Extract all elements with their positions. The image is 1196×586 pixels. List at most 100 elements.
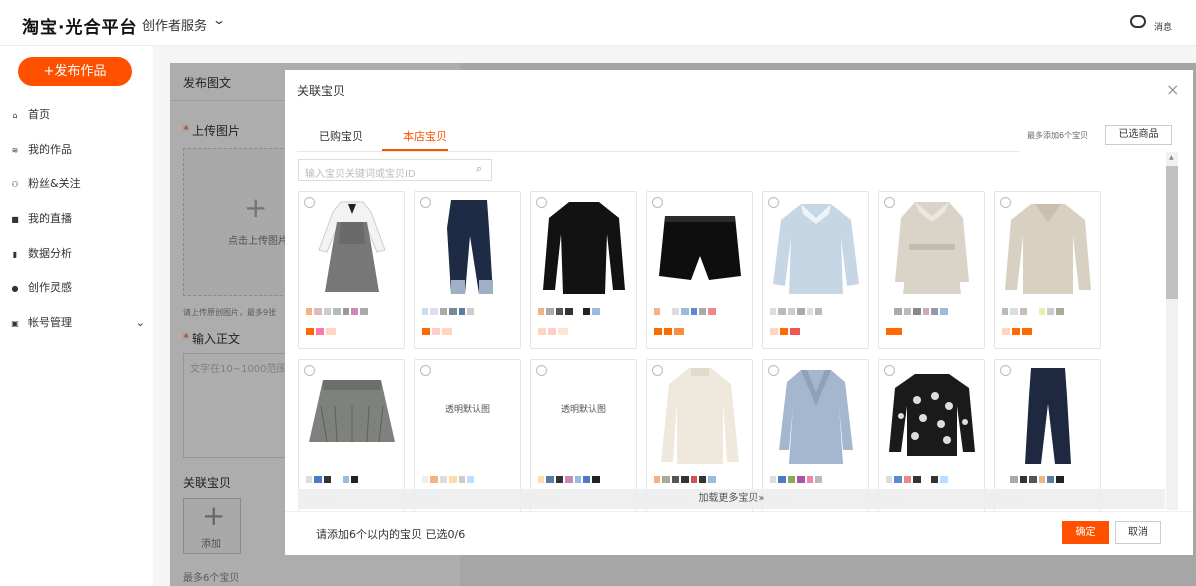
messages-label[interactable]: 消息 [1154,20,1172,33]
blurred-title [306,476,396,483]
close-icon[interactable]: × [1166,80,1179,99]
select-radio[interactable] [884,365,895,376]
dialog-title: 关联宝贝 [297,84,346,98]
product-card[interactable] [994,191,1101,349]
blurred-title [1002,476,1092,483]
blurred-title [654,476,744,483]
sidebar-item-label: 我的作品 [28,143,72,156]
blurred-title [306,308,396,315]
search-input[interactable]: 输入宝贝关键词或宝贝ID [305,165,416,180]
product-card[interactable] [646,191,753,349]
black-sweater-image [543,202,625,294]
pleated-skirt-image [309,380,395,443]
sidebar-item-label: 粉丝&关注 [28,177,81,190]
users-icon: ⚇ [11,180,19,189]
blurred-title [770,308,860,315]
sidebar-item-label: 首页 [28,108,50,121]
sidebar-item-account[interactable]: ▣ 帐号管理 ⌄ [10,313,145,333]
sidebar-item-analytics[interactable]: ▮ 数据分析 [10,244,72,264]
confirm-button[interactable]: 确定 [1062,521,1109,544]
placeholder-image-label: 透明默认图 [444,405,490,415]
related-items-dialog: 关联宝贝 × 已购宝贝 本店宝贝 最多添加6个宝贝 已选商品 输入宝贝关键词或宝… [285,70,1193,555]
sidebar-item-home[interactable]: ⌂ 首页 [10,105,50,125]
select-radio[interactable] [1000,365,1011,376]
footer-divider [285,511,1193,512]
select-radio[interactable] [420,365,431,376]
select-radio[interactable] [768,365,779,376]
select-radio[interactable] [884,197,895,208]
search-box[interactable]: 输入宝贝关键词或宝贝ID ⌕ [298,159,492,181]
load-more-button[interactable]: 加载更多宝贝» [298,489,1165,509]
select-radio[interactable] [652,197,663,208]
select-radio[interactable] [304,197,315,208]
select-radio[interactable] [768,197,779,208]
service-menu[interactable]: 创作者服务 [142,15,207,34]
selected-items-button[interactable]: 已选商品 [1105,125,1172,145]
active-tab-indicator [382,149,448,151]
bulb-icon: ● [11,284,19,293]
product-card[interactable] [298,191,405,349]
chevron-down-icon[interactable]: ⌄ [136,313,145,333]
scrollbar-thumb[interactable] [1166,166,1178,299]
sidebar-item-label: 数据分析 [28,247,72,260]
sidebar-item-fans[interactable]: ⚇ 粉丝&关注 [10,174,81,194]
blurred-title [770,476,860,483]
product-grid: 透明默认图 透明默认图 [297,188,1165,511]
platform-logo[interactable]: 淘宝·光合平台 [22,13,137,38]
sidebar-item-label: 帐号管理 [28,316,72,329]
bar-chart-icon: ▮ [12,250,18,259]
sidebar-item-label: 我的直播 [28,212,72,225]
chevron-down-icon[interactable]: ⌄ [212,13,226,27]
select-radio[interactable] [536,365,547,376]
tab-purchased[interactable]: 已购宝贝 [319,128,363,144]
select-radio[interactable] [1000,197,1011,208]
patterned-sweater-image [889,374,975,456]
cancel-button[interactable]: 取消 [1115,521,1161,544]
blurred-price [422,328,477,335]
blurred-title [886,476,976,483]
video-icon: ■ [11,215,19,224]
blurred-title [538,308,628,315]
select-radio[interactable] [420,197,431,208]
sidebar-item-works[interactable]: ≋ 我的作品 [10,140,72,160]
trench-coat-image [895,202,969,294]
publish-button[interactable]: +发布作品 [18,57,132,86]
selection-hint: 请添加6个以内的宝贝 已选0/6 [316,528,466,541]
account-icon: ▣ [11,319,19,328]
sidebar-item-label: 创作灵感 [28,281,72,294]
message-icon[interactable] [1130,15,1146,28]
blurred-title [1002,308,1092,315]
product-card[interactable] [414,191,521,349]
sidebar-item-inspiration[interactable]: ● 创作灵感 [10,278,73,298]
tab-shop-items[interactable]: 本店宝贝 [403,128,447,144]
search-icon[interactable]: ⌕ [476,162,482,176]
blurred-title [886,308,976,315]
scroll-up-icon[interactable]: ▲ [1169,154,1174,161]
blue-blazer-image [779,370,853,464]
select-radio[interactable] [536,197,547,208]
layers-icon: ≋ [11,146,19,155]
blurred-price [538,328,593,335]
blurred-price [886,328,941,335]
jeans-image [447,200,493,294]
home-icon: ⌂ [12,111,18,120]
leather-shorts-image [659,216,741,280]
placeholder-image-label: 透明默认图 [560,405,606,415]
blurred-price [654,328,709,335]
blurred-price [1002,328,1057,335]
product-card[interactable] [878,191,985,349]
blurred-price [770,328,825,335]
product-card[interactable] [530,191,637,349]
sidebar-item-live[interactable]: ■ 我的直播 [10,209,72,229]
select-radio[interactable] [652,365,663,376]
select-radio[interactable] [304,365,315,376]
beige-sweater-image [1005,204,1091,294]
top-bar: 淘宝·光合平台 创作者服务 ⌄ 消息 [0,0,1196,46]
product-card[interactable] [762,191,869,349]
blurred-title [422,476,512,483]
dark-jeans-image [1025,368,1071,464]
blurred-title [422,308,512,315]
blurred-title [654,308,744,315]
blurred-title [538,476,628,483]
max-add-note: 最多添加6个宝贝 [1027,131,1089,140]
